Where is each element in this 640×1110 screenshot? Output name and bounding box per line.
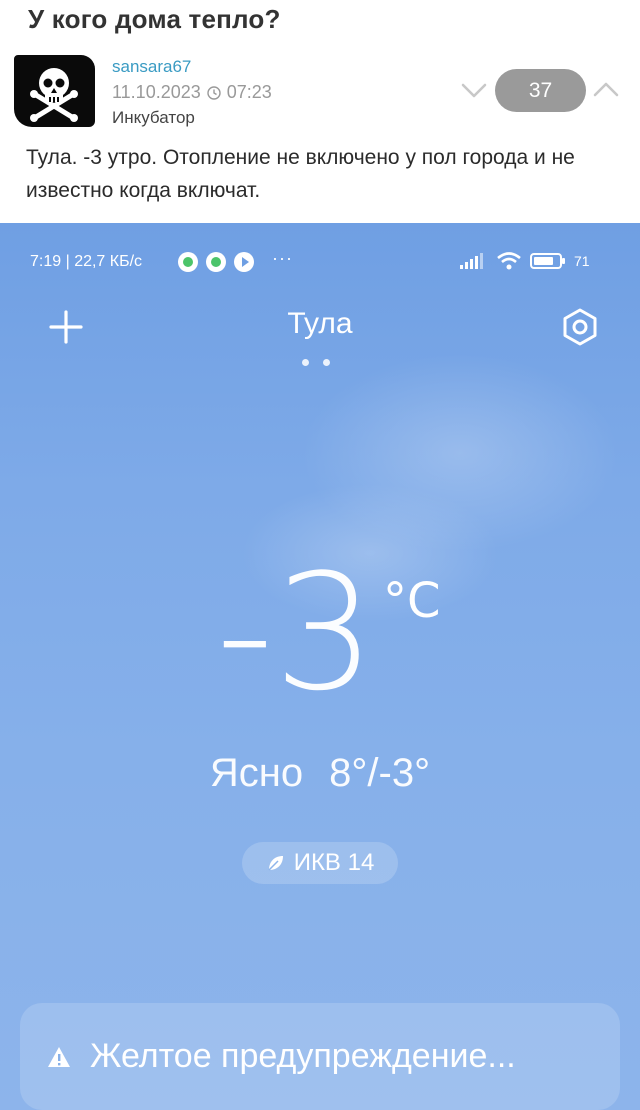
page-dot [323,359,330,366]
wifi-icon [497,252,521,270]
page-dot [302,359,309,366]
post-time: 07:23 [226,82,272,102]
app-notification-icon [178,252,198,272]
notification-icons [178,252,254,272]
vote-up-button[interactable] [592,78,620,102]
chevron-up-icon [593,82,619,97]
more-notifications: ··· [272,248,293,268]
weather-warning-banner[interactable]: Желтое предупреждение... [20,1003,620,1110]
chevron-down-icon [461,83,487,98]
leaf-icon [268,856,283,871]
page-indicator [302,359,330,366]
settings-hexagon-icon [563,308,597,346]
air-quality-badge[interactable]: ИКВ 14 [242,842,398,884]
status-bar: 7:19 | 22,7 КБ/с ··· 71 [0,247,640,279]
status-time-speed: 7:19 | 22,7 КБ/с [30,253,143,270]
author-name[interactable]: sansara67 [112,57,191,77]
app-notification-icon [206,252,226,272]
weather-screenshot-image[interactable]: 7:19 | 22,7 КБ/с ··· 71 Тула -3 °C Ясно … [0,223,640,1110]
air-quality-label: ИКВ 14 [293,849,375,876]
community-name[interactable]: Инкубатор [112,108,195,128]
warning-text: Желтое предупреждение... [90,1037,516,1075]
settings-button[interactable] [560,307,600,347]
post-body-text: Тула. -3 утро. Отопление не включено у п… [26,146,575,202]
temperature-unit: °C [383,573,441,629]
status-indicators: 71 [458,251,590,271]
warning-triangle-icon [48,1046,70,1067]
signal-icon [460,253,483,269]
current-temperature: -3 [216,539,376,726]
skull-crossbones-icon [30,68,78,122]
weather-condition: Ясно [209,751,304,795]
high-low-temperature: 8°/-3° [329,751,431,795]
vote-down-button[interactable] [460,78,488,102]
author-avatar[interactable] [14,55,95,127]
weather-condition-row: Ясно 8°/-3° [0,751,640,796]
play-store-icon [234,252,254,272]
post-meta: 11.10.2023 07:23 [112,82,272,103]
rating-counter: 37 [495,69,586,112]
city-name: Тула [287,307,353,340]
battery-percent: 71 [574,253,590,269]
clock-icon [207,85,221,100]
post-title[interactable]: У кого дома тепло? [28,4,281,35]
post-date: 11.10.2023 [112,82,201,102]
battery-icon [530,253,565,269]
